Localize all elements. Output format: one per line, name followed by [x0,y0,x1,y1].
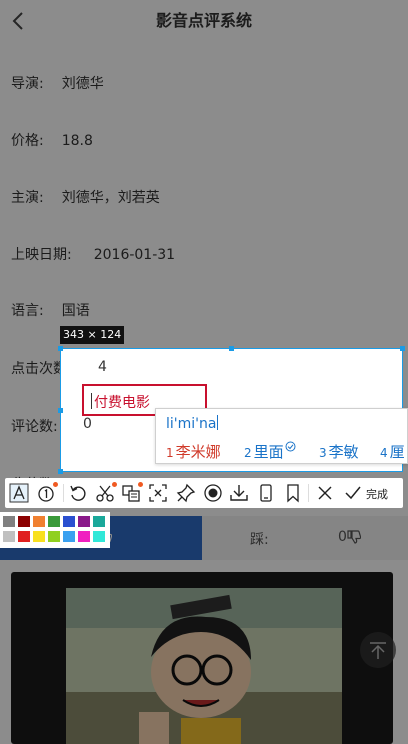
candidate-number: 2 [244,446,252,460]
candidate-word: 厘 [389,443,405,461]
text-tool-icon [9,483,29,503]
video-player[interactable] [11,572,393,744]
dislike-value: 0 [338,529,362,545]
resize-handle-top[interactable] [229,346,234,351]
color-swatch[interactable] [3,516,15,527]
candidate-word: 李米娜 [175,443,221,461]
phone-icon [260,484,272,502]
resize-handle-bottom-left[interactable] [58,469,63,474]
bookmark-icon [287,484,299,503]
ime-composition-text: li'mi'na [166,416,217,432]
selection-size-label: 343 × 124 [60,326,125,344]
color-swatch[interactable] [93,531,105,542]
price-row: 价格: 18.8 [11,130,93,150]
arrow-up-icon [370,642,386,659]
pin-icon [176,483,196,503]
video-thumbnail [66,588,342,744]
new-badge-dot [112,482,117,487]
price-value: 18.8 [61,133,93,149]
cast-value: 刘德华，刘若英 [61,190,160,206]
page-title: 影音点评系统 [155,11,252,30]
color-swatch[interactable] [78,516,90,527]
candidate-number: 3 [319,446,327,460]
record-button[interactable] [203,483,223,503]
color-swatch[interactable] [18,516,30,527]
ime-candidate-1[interactable]: 1 李米娜 [166,441,221,462]
undo-button[interactable] [68,483,88,503]
ime-composition: li'mi'na [166,415,219,432]
price-label: 价格: [11,133,44,149]
close-icon [318,486,332,500]
expand-capture-icon [149,484,167,502]
ime-candidate-4[interactable]: 4厘 [380,441,405,462]
toolbar-divider [63,484,64,502]
ime-caret [217,415,219,430]
cast-row: 主演: 刘德华，刘若英 [11,187,160,207]
ime-candidate-window[interactable]: li'mi'na 1 李米娜 2 里面 3 李敏 4厘 [155,408,408,464]
director-value: 刘德华 [61,76,104,92]
capture-comments-value: 0 [83,416,92,432]
resize-handle-top-left[interactable] [58,346,63,351]
color-palette [0,512,110,548]
color-swatch[interactable] [48,516,60,527]
record-icon [204,484,222,502]
language-row: 语言: 国语 [11,300,90,320]
color-swatch[interactable] [33,531,45,542]
bookmark-button[interactable] [283,483,303,503]
annotation-text: 付费电影 [94,395,150,411]
pin-button[interactable] [176,483,196,503]
cast-label: 主演: [11,190,44,206]
dislike-button[interactable]: 踩: 0 [202,516,408,560]
resize-handle-left[interactable] [58,408,63,413]
release-date-value: 2016-01-31 [93,247,176,263]
capture-clicks-value: 4 [98,359,107,375]
send-to-phone-button[interactable] [256,483,276,503]
text-cursor [91,393,92,409]
language-value: 国语 [61,303,90,319]
dislike-count: 0 [338,529,347,545]
language-label: 语言: [11,303,44,319]
undo-icon [70,485,86,501]
release-date-label: 上映日期: [11,247,72,263]
new-badge-dot [53,482,58,487]
director-row: 导演: 刘德华 [11,73,104,93]
resize-handle-top-right[interactable] [400,346,405,351]
long-screenshot-button[interactable] [148,483,168,503]
verified-check-icon [285,441,296,452]
director-label: 导演: [11,76,44,92]
cancel-button[interactable] [315,483,335,503]
release-date-row: 上映日期: 2016-01-31 [11,244,175,264]
app-header: 影音点评系统 [0,0,408,42]
color-swatch[interactable] [63,531,75,542]
color-swatch[interactable] [48,531,60,542]
color-swatch[interactable] [78,531,90,542]
color-swatch[interactable] [93,516,105,527]
thumbs-down-icon [347,530,362,544]
screenshot-toolbar: 完成 [5,478,403,508]
new-badge-dot [138,482,143,487]
ime-candidate-3[interactable]: 3 李敏 [319,441,359,462]
scroll-to-top-button[interactable] [360,632,396,668]
text-tool-button[interactable] [9,483,29,503]
candidate-number: 1 [166,446,174,460]
comments-row: 评论数: [11,416,58,436]
comments-label: 评论数: [11,419,58,435]
candidate-word: 里面 [253,443,284,461]
dislike-label: 踩: [250,532,269,548]
toolbar-divider [308,484,309,502]
ime-candidate-2[interactable]: 2 里面 [244,441,296,462]
download-icon [230,485,248,501]
color-swatch[interactable] [63,516,75,527]
candidate-word: 李敏 [328,443,359,461]
check-icon [345,486,361,500]
color-swatch[interactable] [33,516,45,527]
candidate-number: 4 [380,446,388,460]
color-swatch[interactable] [3,531,15,542]
download-button[interactable] [229,483,249,503]
color-swatch[interactable] [18,531,30,542]
done-label: 完成 [366,488,388,501]
